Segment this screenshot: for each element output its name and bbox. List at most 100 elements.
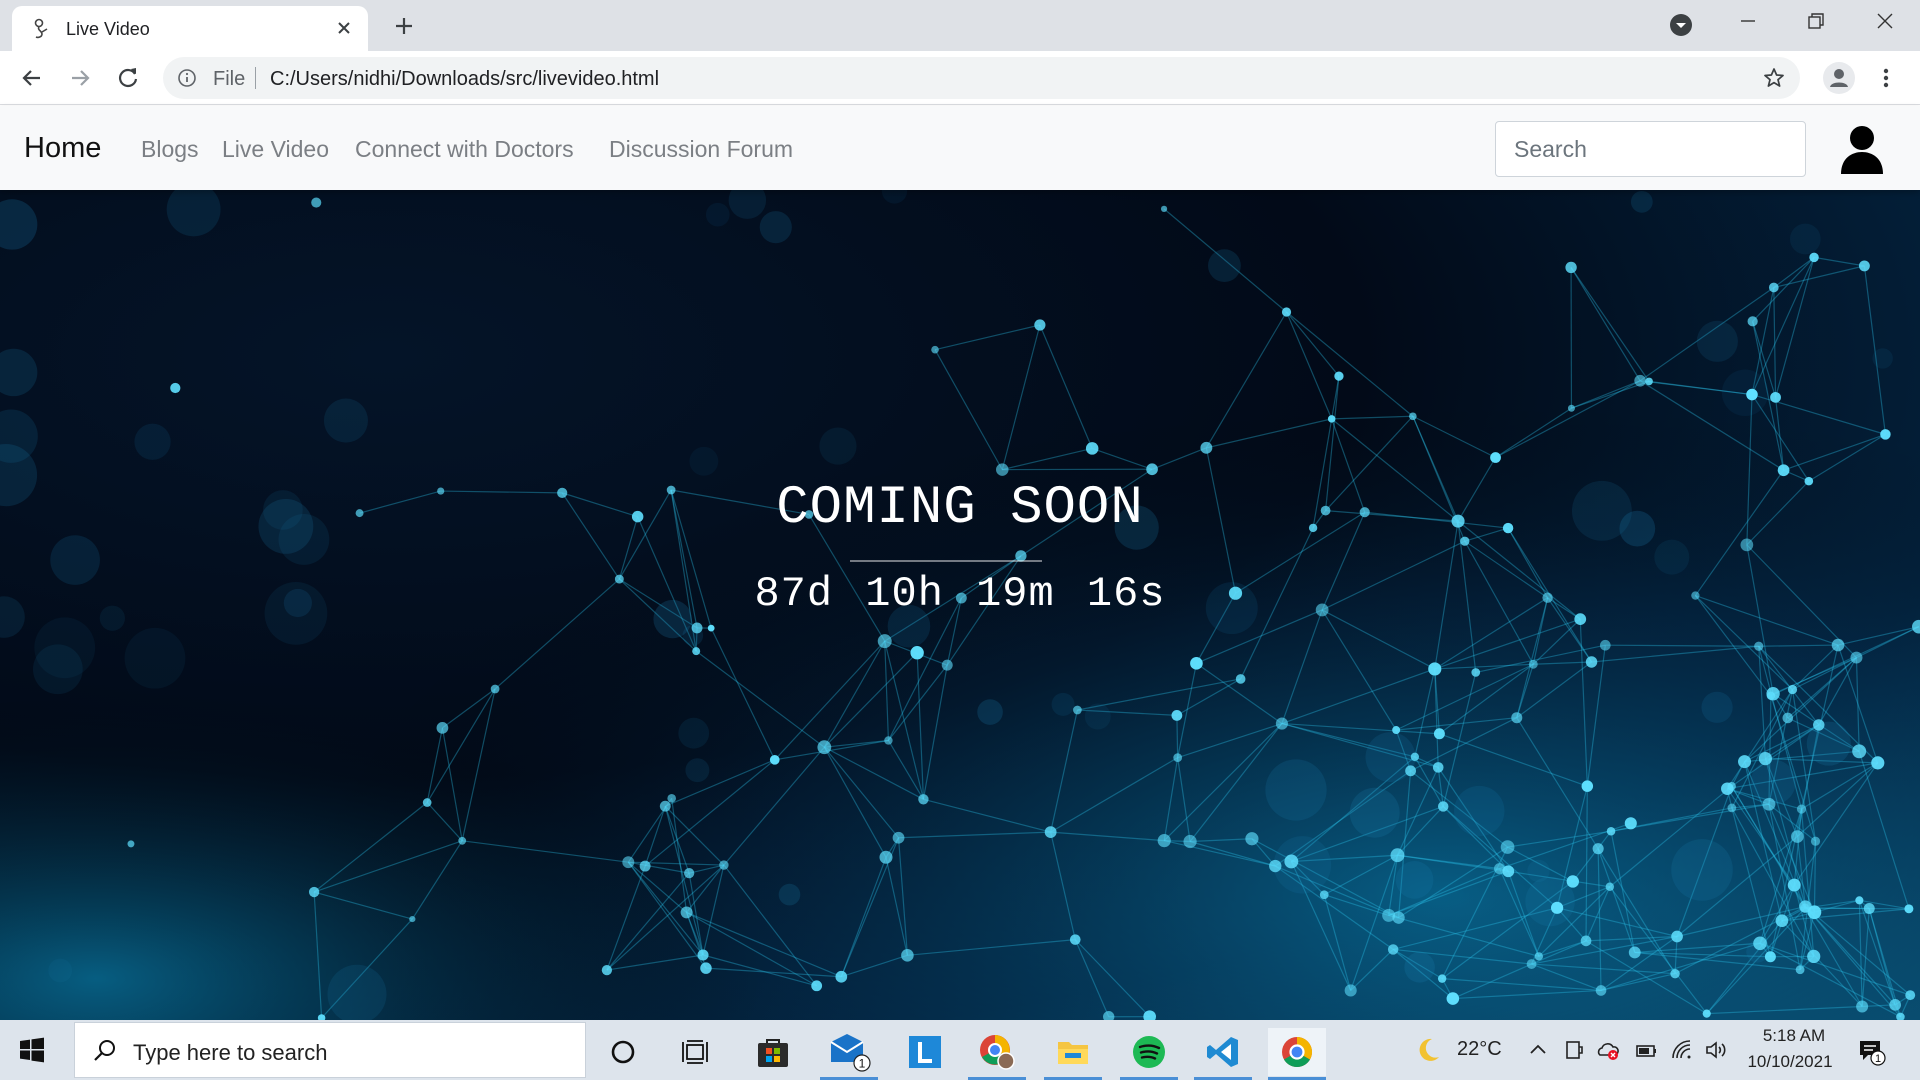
coming-soon-heading: COMING SOON <box>776 478 1144 539</box>
close-tab-icon[interactable] <box>332 16 356 40</box>
network-node <box>1795 965 1805 975</box>
network-node <box>811 980 823 992</box>
bokeh-blob <box>1806 721 1851 766</box>
nav-link-discussion-forum[interactable]: Discussion Forum <box>609 136 793 163</box>
network-node <box>1904 904 1914 914</box>
network-node <box>1766 687 1780 701</box>
window-close-icon[interactable] <box>1872 8 1898 34</box>
task-view-button[interactable] <box>666 1028 724 1076</box>
network-node <box>1800 903 1810 913</box>
network-node <box>1746 388 1758 401</box>
network-node <box>1628 946 1641 959</box>
url-text[interactable]: C:/Users/nidhi/Downloads/src/livevideo.h… <box>270 68 659 91</box>
network-node <box>892 831 905 844</box>
wifi-icon[interactable] <box>1670 1038 1694 1062</box>
network-node <box>884 736 893 745</box>
tab-search-icon[interactable] <box>1668 12 1694 38</box>
device-icon[interactable] <box>1562 1038 1586 1062</box>
clock-time[interactable]: 5:18 AM <box>1754 1026 1834 1046</box>
chrome-icon <box>1282 1037 1313 1068</box>
network-node <box>1758 751 1773 766</box>
site-info-icon[interactable] <box>177 68 197 88</box>
action-center-icon[interactable]: 1 <box>1856 1036 1886 1066</box>
browser-tab-strip: Live Video <box>0 0 1920 51</box>
network-node <box>1768 282 1779 293</box>
weather-moon-icon[interactable] <box>1416 1036 1442 1064</box>
network-node <box>910 646 924 660</box>
browser-tab[interactable]: Live Video <box>12 6 368 51</box>
network-node <box>1889 998 1902 1011</box>
bokeh-blob <box>1671 839 1733 901</box>
network-node <box>1275 717 1288 730</box>
bokeh-blob <box>1349 787 1400 838</box>
bokeh-blob <box>819 427 857 465</box>
network-node <box>879 850 893 864</box>
site-search-input[interactable] <box>1495 121 1806 177</box>
clock-date[interactable]: 10/10/2021 <box>1740 1052 1840 1072</box>
profile-avatar[interactable] <box>1823 62 1855 94</box>
network-node <box>1605 882 1615 891</box>
battery-icon[interactable] <box>1634 1038 1658 1062</box>
network-node <box>1327 415 1336 423</box>
network-node <box>601 964 613 976</box>
new-tab-icon[interactable] <box>390 12 418 40</box>
user-account-icon[interactable] <box>1840 124 1884 174</box>
bokeh-blob <box>685 758 710 783</box>
network-node <box>1550 901 1564 914</box>
network-node <box>1702 1009 1711 1018</box>
browser-toolbar: File C:/Users/nidhi/Downloads/src/livevi… <box>0 51 1920 105</box>
nav-link-blogs[interactable]: Blogs <box>141 136 199 163</box>
bokeh-blob <box>1701 691 1733 723</box>
lens-app[interactable] <box>896 1028 954 1076</box>
bokeh-blob <box>124 627 186 689</box>
chrome-profile-app[interactable] <box>968 1028 1026 1080</box>
mail-app[interactable]: 1 <box>820 1028 878 1080</box>
bokeh-blob <box>1084 703 1111 730</box>
cortana-button[interactable] <box>594 1028 652 1076</box>
windows-start-icon[interactable] <box>18 1036 46 1064</box>
taskbar-search-box[interactable]: Type here to search <box>74 1022 586 1078</box>
network-node <box>1787 684 1798 695</box>
back-icon[interactable] <box>18 64 46 92</box>
reload-icon[interactable] <box>114 64 142 92</box>
network-node <box>697 949 709 961</box>
network-node <box>1173 753 1183 763</box>
network-node <box>1624 817 1637 830</box>
mail-icon: 1 <box>830 1034 871 1072</box>
network-node <box>1490 452 1501 463</box>
network-node <box>941 659 953 671</box>
network-node <box>1437 801 1449 812</box>
onedrive-error-icon[interactable] <box>1596 1038 1620 1062</box>
network-node <box>877 634 892 649</box>
network-node <box>1392 726 1401 735</box>
browser-menu-icon[interactable] <box>1876 64 1896 92</box>
weather-temperature[interactable]: 22°C <box>1457 1038 1502 1061</box>
network-node <box>1171 709 1183 721</box>
nav-link-live-video[interactable]: Live Video <box>222 136 329 163</box>
network-node <box>1565 261 1577 274</box>
chrome-app[interactable] <box>1268 1028 1326 1080</box>
restore-icon[interactable] <box>1803 8 1829 34</box>
chevron-up-icon[interactable] <box>1526 1038 1550 1062</box>
store-app[interactable] <box>744 1028 802 1076</box>
address-bar[interactable]: File C:/Users/nidhi/Downloads/src/livevi… <box>163 57 1800 99</box>
network-node <box>1405 765 1417 777</box>
cortana-icon <box>611 1040 635 1064</box>
network-node <box>1770 391 1781 403</box>
spotify-app[interactable] <box>1120 1028 1178 1080</box>
vscode-app[interactable] <box>1194 1028 1252 1080</box>
network-node <box>127 840 135 848</box>
network-node <box>1344 984 1357 997</box>
file-explorer-app[interactable] <box>1044 1028 1102 1080</box>
forward-icon[interactable] <box>66 64 94 92</box>
volume-icon[interactable] <box>1704 1038 1728 1062</box>
bokeh-blob <box>759 211 792 244</box>
nav-link-connect-doctors[interactable]: Connect with Doctors <box>355 136 574 163</box>
nav-home-link[interactable]: Home <box>24 132 101 165</box>
network-node <box>1044 826 1057 838</box>
network-node <box>1471 668 1481 677</box>
minimize-icon[interactable] <box>1735 8 1761 34</box>
network-node <box>1782 712 1794 724</box>
network-node <box>1281 307 1292 317</box>
bookmark-star-icon[interactable] <box>1762 66 1786 90</box>
